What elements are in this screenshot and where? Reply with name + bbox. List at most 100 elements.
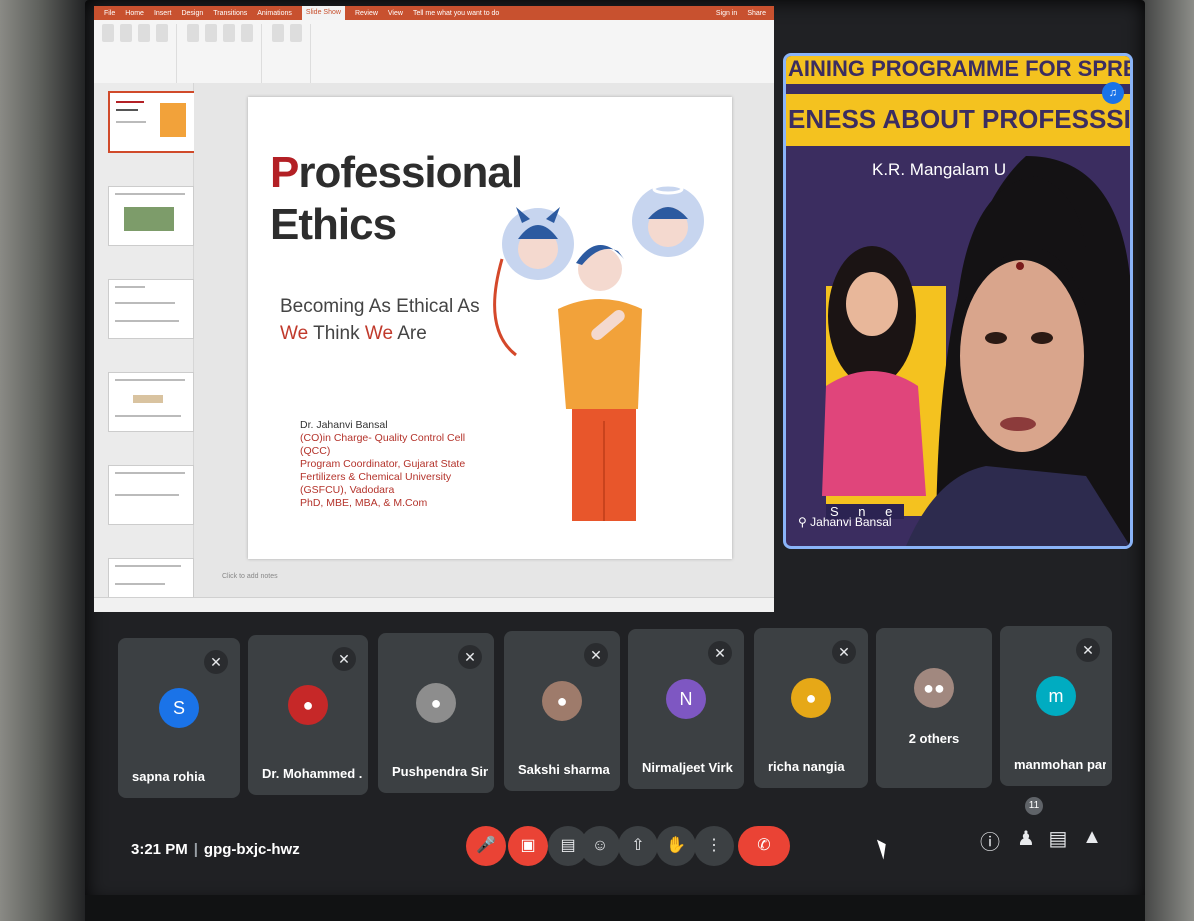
monitor-bezel <box>85 895 1145 921</box>
ethics-illustration <box>493 183 704 521</box>
ppt-tab-file[interactable]: File <box>104 10 115 17</box>
slide-subtitle-part1: Becoming As Ethical As <box>280 296 480 317</box>
avatar-group: ●● <box>914 668 954 708</box>
ppt-tab-home[interactable]: Home <box>125 10 144 17</box>
speaker-video <box>822 156 1130 546</box>
slide-author-line: Fertilizers & Chemical University <box>300 471 452 483</box>
ppt-tab-slide-show[interactable]: Slide Show <box>301 6 345 20</box>
pin-icon[interactable]: ⚲ <box>798 515 807 529</box>
shared-presentation-window: File Home Insert Design Transitions Anim… <box>94 6 774 612</box>
slide-author-line: Program Coordinator, Gujarat State <box>300 458 466 470</box>
ppt-sign-in[interactable]: Sign in <box>716 10 737 17</box>
ppt-tab-animations[interactable]: Animations <box>257 10 292 17</box>
ppt-tab-review[interactable]: Review <box>355 10 378 17</box>
slide-subtitle-we2: We <box>364 323 394 344</box>
avatar: S <box>159 688 199 728</box>
ppt-body: Professional Ethics Becoming As Ethical … <box>94 83 774 600</box>
speaker-name: ⚲ Jahanvi Bansal <box>798 515 892 529</box>
present-online-icon[interactable] <box>138 24 150 42</box>
slide-author-line: (CO)in Charge- Quality Control Cell <box>300 432 466 444</box>
slide-thumbnail-6[interactable] <box>108 558 194 600</box>
meeting-details-icon[interactable]: ⓘ <box>976 826 1004 855</box>
slide-thumbnail-2[interactable] <box>108 186 194 246</box>
speaker-eye-left <box>985 332 1007 344</box>
speaker-tile[interactable]: AINING PROGRAMME FOR SPREAD ENESS ABOUT … <box>783 53 1133 549</box>
mic-muted-icon: ✕ <box>458 645 482 669</box>
participant-tile[interactable]: ✕ ● Sakshi sharma <box>504 631 620 791</box>
slide-author-line: (QCC) <box>300 445 331 457</box>
ppt-tell-me[interactable]: Tell me what you want to do <box>413 10 499 17</box>
meeting-time: 3:21 PM <box>131 841 188 858</box>
avatar: ● <box>416 683 456 723</box>
participant-tile[interactable]: ✕ ● Dr. Mohammed ... <box>248 635 368 795</box>
mic-off-icon[interactable]: 🎤 <box>466 826 506 866</box>
people-icon[interactable]: ♟ <box>1012 826 1040 851</box>
ppt-share[interactable]: Share <box>747 10 774 17</box>
devil-tail <box>493 258 517 357</box>
rehearse-timings-icon[interactable] <box>223 24 235 42</box>
mic-muted-icon: ✕ <box>708 641 732 665</box>
leave-call-icon[interactable]: ✆ <box>738 826 790 866</box>
from-beginning-icon[interactable] <box>102 24 114 42</box>
ppt-tab-design[interactable]: Design <box>181 10 203 17</box>
setup-slideshow-icon[interactable] <box>187 24 199 42</box>
speaking-indicator-icon: ♫ <box>1102 82 1124 104</box>
slide-thumbnail-3[interactable] <box>108 279 194 339</box>
participant-count-badge: 11 <box>1025 797 1043 815</box>
ppt-tab-transitions[interactable]: Transitions <box>213 10 247 17</box>
participant-name: sapna rohia <box>132 769 205 784</box>
mic-muted-icon: ✕ <box>332 647 356 671</box>
mic-muted-icon: ✕ <box>204 650 228 674</box>
slide-thumbnail-5[interactable] <box>108 465 194 525</box>
raise-hand-icon[interactable]: ✋ <box>656 826 696 866</box>
ppt-ribbon <box>94 20 774 91</box>
participant-tile[interactable]: ✕ S sapna rohia <box>118 638 240 798</box>
activities-icon[interactable]: ▲ <box>1078 826 1106 849</box>
participant-name: 2 others <box>908 731 960 746</box>
meeting-info: 3:21 PM | gpg-bxjc-hwz <box>131 841 300 858</box>
present-icon[interactable]: ⇧ <box>618 826 658 866</box>
more-icon[interactable]: ⋮ <box>694 826 734 866</box>
avatar: ● <box>288 685 328 725</box>
meeting-code[interactable]: gpg-bxjc-hwz <box>204 841 300 858</box>
emoji-icon[interactable]: ☺ <box>580 826 620 866</box>
participant-name: Dr. Mohammed ... <box>262 766 362 781</box>
ppt-tab-insert[interactable]: Insert <box>154 10 172 17</box>
participant-name: Nirmaljeet Virk <box>642 760 733 775</box>
participant-name: richa nangia <box>768 759 845 774</box>
avatar: N <box>666 679 706 719</box>
hide-slide-icon[interactable] <box>205 24 217 42</box>
record-slideshow-icon[interactable] <box>241 24 253 42</box>
avatar: ● <box>542 681 582 721</box>
participant-tile[interactable]: ✕ N Nirmaljeet Virk <box>628 629 744 789</box>
camera-off-icon[interactable]: ▣ <box>508 826 548 866</box>
meeting-separator: | <box>193 841 198 858</box>
notes-placeholder[interactable]: Click to add notes <box>222 573 278 580</box>
slide-thumbnail-4[interactable] <box>108 372 194 432</box>
participant-tile[interactable]: ✕ m manmohan para... <box>1000 626 1112 786</box>
slide-author-block: Dr. Jahanvi Bansal (CO)in Charge- Qualit… <box>300 419 470 510</box>
ribbon-group-monitors <box>272 24 311 86</box>
mic-muted-icon: ✕ <box>584 643 608 667</box>
ppt-tab-view[interactable]: View <box>388 10 403 17</box>
participant-tile[interactable]: ✕ ● richa nangia <box>754 628 868 788</box>
poster-portrait-dress <box>822 371 926 496</box>
participant-tile[interactable]: ✕ ● Pushpendra Singh <box>378 633 494 793</box>
mic-muted-icon: ✕ <box>1076 638 1100 662</box>
current-slide[interactable]: Professional Ethics Becoming As Ethical … <box>248 97 732 559</box>
slide-thumbnails <box>94 83 196 600</box>
participant-tile-others[interactable]: ●● 2 others <box>876 628 992 788</box>
presenter-view-icon[interactable] <box>290 24 302 42</box>
monitor-icon[interactable] <box>272 24 284 42</box>
chat-icon[interactable]: ▤ <box>1044 826 1072 851</box>
custom-show-icon[interactable] <box>156 24 168 42</box>
slide-title-line2: Ethics <box>270 200 397 249</box>
participant-name: Sakshi sharma <box>518 762 610 777</box>
speaker-name-label: Jahanvi Bansal <box>810 515 892 529</box>
slide-subtitle-part2: Think <box>313 323 365 344</box>
ribbon-group-setup <box>187 24 262 86</box>
from-current-icon[interactable] <box>120 24 132 42</box>
mic-muted-icon: ✕ <box>832 640 856 664</box>
slide-author-line: PhD, MBE, MBA, & M.Com <box>300 497 428 509</box>
slide-thumbnail-1[interactable] <box>108 91 196 153</box>
